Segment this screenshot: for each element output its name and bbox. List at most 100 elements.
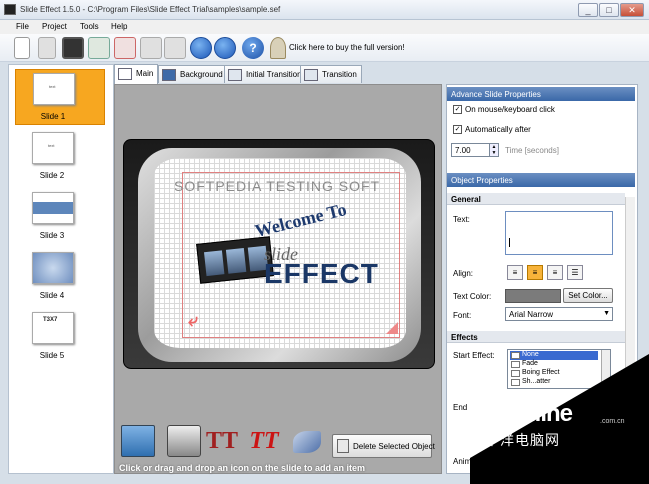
object-properties-header: Object Properties [447, 173, 635, 187]
on-mouse-checkbox[interactable]: ✓ [453, 105, 462, 114]
add-effect-text-icon[interactable]: TT [247, 425, 281, 457]
menu-bar: File Project Tools Help [0, 20, 649, 34]
menu-file[interactable]: File [16, 22, 29, 31]
tab-initial-transition[interactable]: Initial Transition [224, 65, 307, 83]
delete-icon [337, 439, 349, 453]
filmstrip-image-object[interactable] [196, 236, 274, 284]
spinner-arrows-icon[interactable]: ▲ ▼ [489, 144, 498, 156]
slide-label: Slide 2 [39, 171, 65, 180]
tab-bar: Main Background Initial Transition Trans… [114, 64, 638, 84]
auto-after-label: Automatically after [465, 125, 531, 134]
advance-slide-header: Advance Slide Properties [447, 87, 635, 101]
align-list-icon[interactable]: ☰ [567, 265, 583, 280]
undo-icon[interactable] [190, 37, 212, 59]
font-label: Font: [453, 311, 472, 320]
time-label: Time [seconds] [505, 146, 559, 155]
new-project-icon[interactable] [14, 37, 30, 59]
save-icon[interactable] [62, 37, 84, 59]
slide-item-2[interactable]: text Slide 2 [15, 129, 105, 185]
minimize-button[interactable]: _ [578, 3, 598, 17]
slide-thumbnail [32, 192, 74, 224]
start-effect-list[interactable]: None Fade Boing Effect Sh...atter [507, 349, 611, 389]
effect-option[interactable]: Boing Effect [510, 369, 598, 378]
effect-option[interactable]: None [510, 351, 598, 360]
transition-tab-icon [304, 69, 318, 81]
add-text-icon[interactable]: TT [205, 425, 239, 457]
title-bar: Slide Effect 1.5.0 - C:\Program Files\Sl… [0, 0, 649, 20]
buy-full-version-link[interactable]: Click here to buy the full version! [289, 43, 405, 52]
effect-text-object[interactable]: EFFECT [264, 258, 379, 290]
slides-panel: text Slide 1 text Slide 2 Slide 3 Slide … [8, 64, 114, 474]
remove-slide-icon[interactable] [114, 37, 136, 59]
play-icon[interactable] [214, 37, 236, 59]
slide-label: Slide 5 [39, 351, 65, 360]
tab-transition[interactable]: Transition [300, 65, 362, 83]
add-shape-icon[interactable] [293, 431, 321, 453]
add-video-icon[interactable] [167, 425, 201, 457]
effect-option-icon [511, 370, 520, 377]
tab-background[interactable]: Background [158, 65, 228, 83]
help-icon[interactable]: ? [242, 37, 264, 59]
set-color-button[interactable]: Set Color... [563, 288, 613, 303]
text-color-label: Text Color: [453, 292, 492, 301]
menu-project[interactable]: Project [42, 22, 67, 31]
on-mouse-label: On mouse/keyboard click [465, 105, 555, 114]
slide-thumbnail: text [33, 73, 75, 105]
duplicate-slide-icon[interactable] [140, 37, 162, 59]
text-label: Text: [453, 215, 470, 224]
slide-canvas[interactable]: SOFTPEDIA TESTING SOFT Welcome To slide … [154, 158, 406, 348]
background-tab-icon [162, 69, 176, 81]
effect-option[interactable]: Sh...atter [510, 378, 598, 387]
start-effect-label: Start Effect: [453, 351, 495, 360]
chevron-down-icon: ▼ [603, 310, 610, 317]
open-project-icon[interactable] [38, 37, 56, 59]
general-header: General [447, 193, 625, 205]
effect-option-icon [511, 361, 520, 368]
align-right-icon[interactable]: ≡ [547, 265, 563, 280]
slide-item-4[interactable]: Slide 4 [15, 249, 105, 305]
font-select[interactable]: Arial Narrow ▼ [505, 307, 613, 321]
slide-item-1[interactable]: text Slide 1 [15, 69, 105, 125]
rotate-handle-icon[interactable]: ⤶ [188, 310, 208, 330]
slide-label: Slide 3 [39, 231, 65, 240]
slide-frame: SOFTPEDIA TESTING SOFT Welcome To slide … [123, 139, 435, 369]
app-icon [4, 4, 16, 15]
slide-label: Slide 4 [39, 291, 65, 300]
time-spinner[interactable]: 7.00 ▲ ▼ [451, 143, 499, 157]
slide-item-5[interactable]: T3X7 Slide 5 [15, 309, 105, 365]
maximize-button[interactable]: □ [599, 3, 619, 17]
menu-help[interactable]: Help [111, 22, 127, 31]
tv-bezel: SOFTPEDIA TESTING SOFT Welcome To slide … [138, 148, 421, 362]
effect-option-icon [511, 352, 520, 359]
slide-item-3[interactable]: Slide 3 [15, 189, 105, 245]
effects-header: Effects [447, 331, 625, 343]
delete-selected-object-button[interactable]: Delete Selected Object [332, 434, 435, 458]
resize-handle-icon[interactable] [386, 322, 398, 334]
effect-option[interactable]: Fade [510, 360, 598, 369]
banner-text-object[interactable]: SOFTPEDIA TESTING SOFT [174, 178, 380, 194]
main-tab-icon [118, 68, 132, 80]
window-title: Slide Effect 1.5.0 - C:\Program Files\Sl… [20, 5, 281, 14]
effect-option-icon [511, 379, 520, 386]
menu-tools[interactable]: Tools [80, 22, 99, 31]
slide-thumbnail [32, 252, 74, 284]
key-icon[interactable] [270, 37, 286, 59]
close-button[interactable]: ✕ [620, 3, 644, 17]
animation-label: Anim [453, 457, 472, 466]
object-text-input[interactable] [505, 211, 613, 255]
align-label: Align: [453, 269, 474, 278]
slide-label: Slide 1 [40, 112, 66, 121]
canvas-hint: Click or drag and drop an icon on the sl… [119, 463, 366, 473]
add-image-icon[interactable] [121, 425, 155, 457]
end-effect-label: End [453, 403, 468, 412]
slide-thumbnail: T3X7 [32, 312, 74, 344]
align-center-icon[interactable]: ≡ [527, 265, 543, 280]
align-left-icon[interactable]: ≡ [507, 265, 523, 280]
add-slide-icon[interactable] [88, 37, 110, 59]
slide-thumbnail: text [32, 132, 74, 164]
export-icon[interactable] [164, 37, 186, 59]
auto-after-checkbox[interactable]: ✓ [453, 125, 462, 134]
tab-main[interactable]: Main [114, 64, 159, 84]
initial-transition-tab-icon [228, 69, 242, 81]
watermark-subtitle: 太平洋电脑网 [470, 432, 560, 448]
